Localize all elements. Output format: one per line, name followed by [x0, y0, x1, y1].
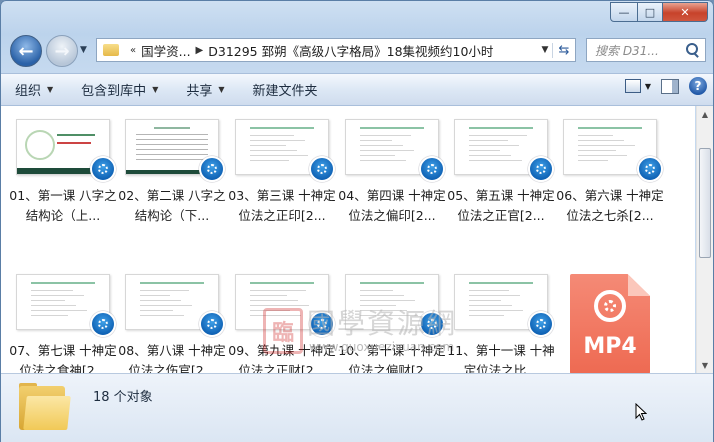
arrow-right-icon: →: [54, 40, 70, 62]
help-icon[interactable]: ?: [689, 77, 707, 95]
search-box[interactable]: 搜索 D31...: [586, 38, 706, 62]
view-options-icon[interactable]: [624, 79, 641, 93]
arrow-left-icon: ←: [18, 40, 34, 62]
organize-menu[interactable]: 组织 ▼: [1, 80, 67, 99]
organize-label: 组织: [15, 84, 42, 99]
mp4-label: MP4: [583, 334, 637, 359]
file-name: 06、第六课 十神定位法之七杀[2...: [556, 188, 664, 223]
scroll-down-arrow[interactable]: ▼: [697, 357, 713, 373]
mouse-cursor-icon: [635, 403, 647, 421]
file-item[interactable]: 03、第三课 十神定位法之正印[2...: [228, 119, 336, 226]
file-item[interactable]: 07、第七课 十神定位法之食神[2...: [9, 274, 117, 373]
file-name: 05、第五课 十神定位法之正官[2...: [447, 188, 555, 223]
breadcrumb-current[interactable]: D31295 郅朔《高级八字格局》18集视频约10小时: [208, 41, 493, 60]
scroll-thumb[interactable]: [699, 148, 711, 258]
back-button[interactable]: ←: [10, 35, 42, 67]
include-in-library-label: 包含到库中: [81, 84, 147, 99]
video-player-icon: [419, 311, 445, 337]
explorer-window: — □ ✕ ← → ▼ « 国学资... ▶ D31295 郅朔《高级八字格局》…: [0, 0, 714, 442]
details-pane: 18 个对象: [1, 373, 713, 442]
file-name: 11、第十一课 十神定位法之比...: [447, 343, 555, 373]
address-bar[interactable]: « 国学资... ▶ D31295 郅朔《高级八字格局》18集视频约10小时 ▼…: [96, 38, 576, 62]
video-player-icon: [528, 156, 554, 182]
close-button[interactable]: ✕: [663, 2, 708, 22]
minimize-button[interactable]: —: [610, 2, 638, 22]
file-name: 09、第九课 十神定位法之正财[2...: [228, 343, 336, 373]
video-player-icon: [199, 311, 225, 337]
forward-button[interactable]: →: [46, 35, 78, 67]
video-player-icon: [528, 311, 554, 337]
navigation-bar: ← → ▼ « 国学资... ▶ D31295 郅朔《高级八字格局》18集视频约…: [8, 32, 706, 70]
refresh-icon[interactable]: ⇆: [552, 42, 575, 58]
file-item[interactable]: 06、第六课 十神定位法之七杀[2...: [556, 119, 664, 226]
chevron-down-icon: ▼: [218, 85, 225, 94]
file-item[interactable]: 09、第九课 十神定位法之正财[2...: [228, 274, 336, 373]
preview-pane-icon[interactable]: [661, 78, 679, 94]
video-player-icon: [309, 311, 335, 337]
file-item[interactable]: 11、第十一课 十神定位法之比...: [447, 274, 555, 373]
file-list: 01、第一课 八字之结构论（上... 02、第二课 八字之结构论（下... 03、第…: [1, 106, 695, 373]
file-item[interactable]: 04、第四课 十神定位法之偏印[2...: [338, 119, 446, 226]
video-player-icon: [199, 156, 225, 182]
share-menu[interactable]: 共享 ▼: [172, 80, 238, 99]
file-item[interactable]: 05、第五课 十神定位法之正官[2...: [447, 119, 555, 226]
share-label: 共享: [186, 84, 213, 99]
chevron-down-icon: ▼: [152, 85, 159, 94]
search-icon[interactable]: [683, 41, 701, 59]
file-item[interactable]: MP412、第十二课 格局论之财格[20...: [556, 274, 664, 373]
file-name: 07、第七课 十神定位法之食神[2...: [9, 343, 117, 373]
chevron-right-icon[interactable]: ▶: [196, 45, 204, 56]
file-name: 01、第一课 八字之结构论（上...: [9, 188, 117, 223]
file-name: 10、第十课 十神定位法之偏财[2...: [338, 343, 446, 373]
include-in-library-menu[interactable]: 包含到库中 ▼: [67, 80, 172, 99]
video-player-icon: [90, 156, 116, 182]
video-player-icon: [309, 156, 335, 182]
mp4-file-icon: MP4: [570, 274, 650, 373]
video-player-icon: [90, 311, 116, 337]
file-name: 03、第三课 十神定位法之正印[2...: [228, 188, 336, 223]
video-player-icon: [637, 156, 663, 182]
file-name: 08、第八课 十神定位法之伤官[2...: [118, 343, 226, 373]
address-dropdown-button[interactable]: ▼: [538, 45, 552, 55]
scroll-up-arrow[interactable]: ▲: [697, 106, 713, 122]
view-dropdown[interactable]: ▼: [645, 82, 651, 91]
chevron-down-icon: ▼: [47, 85, 54, 94]
new-folder-button[interactable]: 新建文件夹: [239, 80, 332, 99]
command-bar: 组织 ▼ 包含到库中 ▼ 共享 ▼ 新建文件夹 ▼ ?: [1, 73, 713, 106]
file-item[interactable]: 10、第十课 十神定位法之偏财[2...: [338, 274, 446, 373]
file-name: 02、第二课 八字之结构论（下...: [118, 188, 226, 223]
recent-pages-dropdown[interactable]: ▼: [80, 45, 87, 55]
video-player-icon: [419, 156, 445, 182]
breadcrumb-overflow[interactable]: «: [130, 45, 136, 56]
search-input[interactable]: 搜索 D31...: [595, 42, 683, 59]
folder-icon: [19, 383, 71, 430]
file-name: 04、第四课 十神定位法之偏印[2...: [338, 188, 446, 223]
folder-icon: [103, 44, 119, 56]
breadcrumb-parent[interactable]: 国学资...: [141, 41, 190, 60]
file-item[interactable]: 01、第一课 八字之结构论（上...: [9, 119, 117, 226]
vertical-scrollbar[interactable]: ▲ ▼: [696, 106, 713, 373]
item-count: 18 个对象: [93, 390, 153, 405]
maximize-button[interactable]: □: [638, 2, 663, 22]
caption-buttons: — □ ✕: [610, 2, 708, 22]
file-item[interactable]: 08、第八课 十神定位法之伤官[2...: [118, 274, 226, 373]
file-item[interactable]: 02、第二课 八字之结构论（下...: [118, 119, 226, 226]
